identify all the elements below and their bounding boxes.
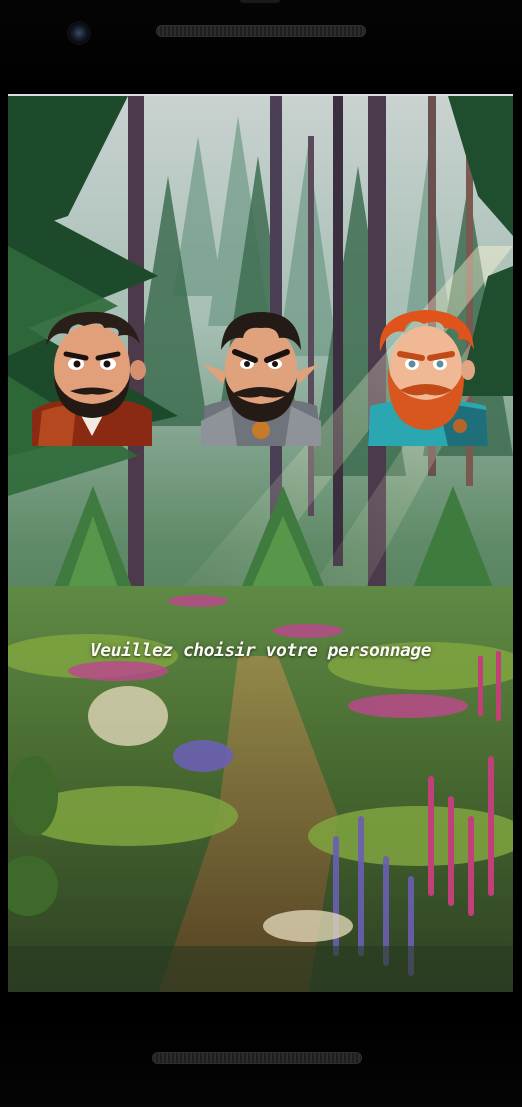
device-notch bbox=[240, 0, 280, 3]
character-portrait-elf[interactable] bbox=[201, 306, 321, 446]
character-portrait-human[interactable] bbox=[32, 306, 152, 446]
character-selection-prompt: Veuillez choisir votre personnage bbox=[89, 640, 432, 661]
character-portrait-dwarf[interactable] bbox=[368, 306, 488, 446]
earpiece-speaker bbox=[156, 25, 366, 37]
phone-frame: Veuillez choisir votre personnage bbox=[0, 0, 522, 1107]
game-screen: Veuillez choisir votre personnage bbox=[8, 94, 513, 992]
camera-icon bbox=[68, 22, 90, 44]
bottom-speaker bbox=[152, 1052, 362, 1064]
forest-background bbox=[8, 96, 513, 992]
